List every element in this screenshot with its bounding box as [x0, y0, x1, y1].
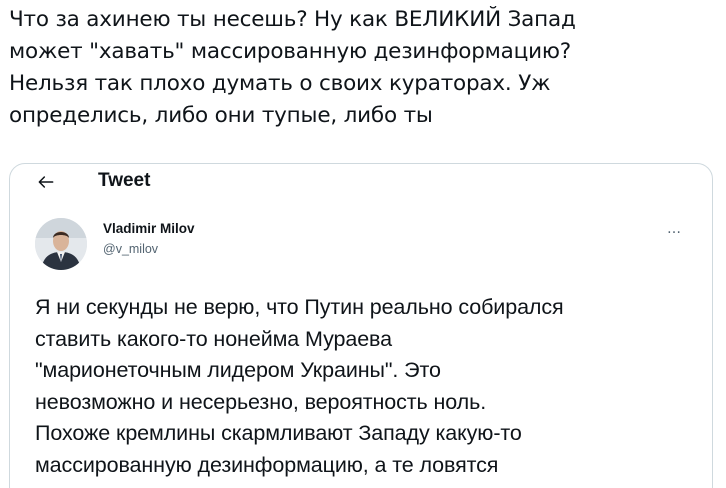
post-text-line: Нельзя так плохо думать о своих куратора…: [9, 71, 551, 96]
arrow-left-icon[interactable]: [36, 172, 56, 192]
embedded-tweet-header-title: Tweet: [98, 170, 151, 191]
tweet-text-line: массированную дезинформацию, а те ловятс…: [35, 452, 499, 477]
tweet-text-line: "марионеточным лидером Украины". Это: [35, 358, 441, 382]
tweet-text-line: невозможно и несерьезно, вероятность нол…: [35, 389, 487, 414]
tweet-text-line: Похоже кремлины скармливают Западу какую…: [35, 421, 522, 445]
author-handle[interactable]: @v_milov: [103, 242, 158, 256]
post-text-line: Что за ахинею ты несешь? Ну как ВЕЛИКИЙ …: [9, 7, 576, 32]
avatar[interactable]: [35, 218, 87, 270]
post-text-line: определись, либо они тупые, либо ты: [9, 103, 433, 128]
tweet-text: Я ни секунды не верю, что Путин реально …: [35, 292, 695, 481]
tweet-text-line: ставить какого-то нонейма Мураева: [35, 326, 392, 351]
avatar-photo-icon: [35, 218, 87, 270]
post-text-line: может "хавать" массированную дезинформац…: [9, 39, 571, 64]
tweet-text-line: Я ни секунды не верю, что Путин реально …: [35, 295, 564, 319]
author-name[interactable]: Vladimir Milov: [103, 221, 195, 236]
embedded-tweet-card[interactable]: Tweet Vladimir Milov @v_milov … Я ни сек…: [9, 163, 713, 488]
post-text: Что за ахинею ты несешь? Ну как ВЕЛИКИЙ …: [9, 4, 719, 132]
more-horizontal-icon[interactable]: …: [667, 222, 682, 236]
embedded-tweet-header: Tweet: [10, 164, 712, 200]
